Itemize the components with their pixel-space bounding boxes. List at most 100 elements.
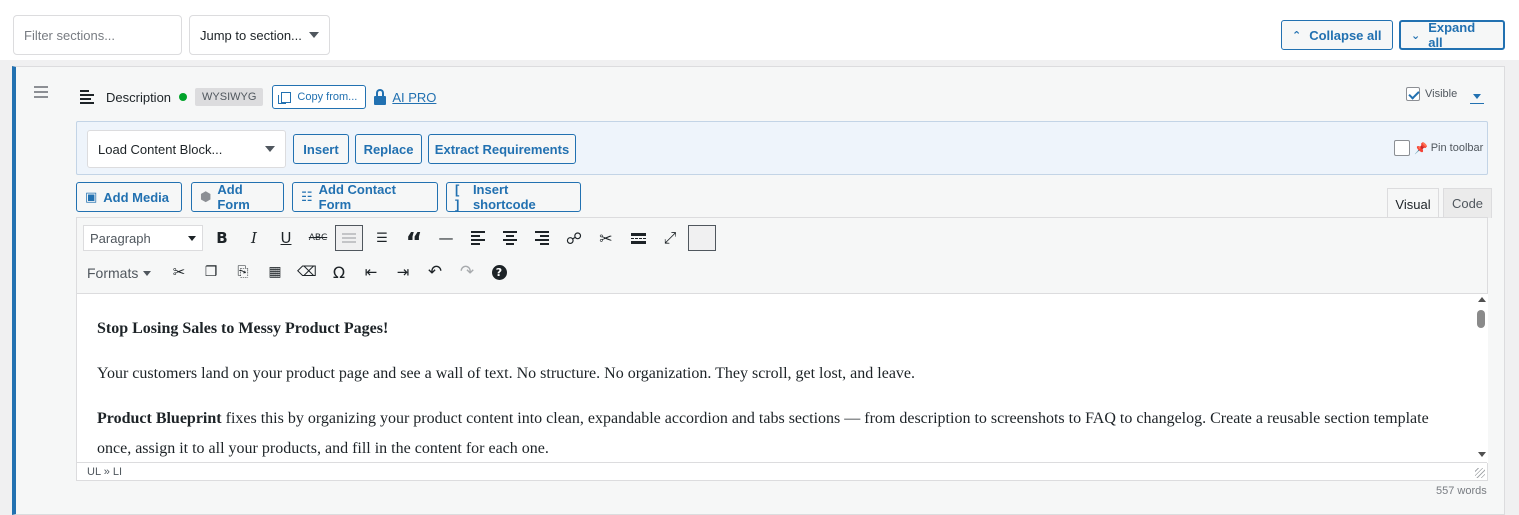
tab-visual[interactable]: Visual — [1387, 188, 1439, 219]
contact-form-icon: ☷ — [301, 189, 313, 204]
insert-shortcode-label: Insert shortcode — [472, 182, 536, 212]
insert-shortcode-button[interactable]: [ ] Insert shortcode — [446, 182, 581, 212]
add-media-label: Add Media — [103, 189, 170, 205]
content-block-bar: Load Content Block... Insert Replace Ext… — [76, 121, 1488, 175]
chevron-down-icon — [309, 32, 319, 38]
paragraph-format-select[interactable]: Paragraph — [83, 225, 203, 251]
load-content-block-label: Load Content Block... — [98, 141, 223, 157]
align-center-icon[interactable] — [496, 225, 524, 251]
expand-all-label: Expand all — [1428, 20, 1476, 50]
lock-icon — [374, 88, 387, 105]
scroll-down-arrow-icon[interactable] — [1478, 452, 1486, 457]
redo-icon[interactable]: ↷ — [453, 259, 481, 285]
formats-label: Formats — [87, 265, 139, 281]
collapse-all-button[interactable]: ⌃ Collapse all — [1281, 20, 1393, 50]
cut-icon[interactable]: ✂ — [165, 259, 193, 285]
toolbar-toggle-icon[interactable] — [688, 225, 716, 251]
section-title[interactable]: Description — [106, 90, 171, 105]
visible-checkbox[interactable] — [1406, 87, 1420, 101]
paste-as-text-icon[interactable]: ▦ — [261, 259, 289, 285]
chevron-down-icon — [143, 270, 152, 276]
pin-icon: 📌 — [1414, 142, 1428, 155]
word-count: 557 words — [1436, 485, 1487, 497]
horizontal-rule-icon[interactable]: — — [432, 225, 460, 251]
collapse-all-label: Collapse all — [1309, 27, 1382, 43]
content-bold-text: Product Blueprint — [97, 410, 222, 427]
element-path[interactable]: UL » LI — [87, 466, 122, 478]
tab-code[interactable]: Code — [1443, 188, 1492, 218]
editor-scrollbar[interactable] — [1475, 294, 1488, 463]
wysiwyg-editor: Paragraph B I U ABC ☰ “ — ☍ ✂ ⤢ Formats … — [76, 217, 1488, 481]
shortcode-icon: [ ] — [455, 182, 460, 212]
pin-toolbar-checkbox[interactable] — [1394, 140, 1410, 156]
underline-icon[interactable]: U — [272, 225, 300, 251]
read-more-icon[interactable] — [624, 225, 652, 251]
add-form-button[interactable]: ⬢ Add Form — [191, 182, 284, 212]
text-align-icon — [80, 90, 94, 104]
editor-statusbar: UL » LI — [77, 462, 1487, 480]
link-icon[interactable]: ☍ — [560, 225, 588, 251]
section-type-badge: WYSIWYG — [195, 88, 264, 106]
blockquote-icon[interactable]: “ — [400, 225, 428, 258]
chevron-down-icon — [188, 235, 196, 241]
content-paragraph: Product Blueprint fixes this by organizi… — [97, 404, 1455, 463]
visible-label: Visible — [1425, 88, 1458, 100]
pin-toolbar-label: Pin toolbar — [1430, 142, 1484, 154]
add-media-button[interactable]: ▣ Add Media — [76, 182, 182, 212]
replace-button[interactable]: Replace — [355, 134, 422, 164]
status-dot — [179, 93, 188, 101]
formats-menu[interactable]: Formats — [87, 261, 152, 285]
copy-icon — [278, 91, 292, 104]
bold-icon[interactable]: B — [208, 225, 236, 251]
drag-handle-icon[interactable] — [34, 86, 48, 101]
load-content-block-select[interactable]: Load Content Block... — [87, 130, 286, 168]
unlink-icon[interactable]: ✂ — [592, 225, 620, 251]
jump-to-section-label: Jump to section... — [200, 27, 302, 43]
clear-formatting-icon[interactable]: ⌫ — [293, 259, 321, 285]
bullet-list-icon[interactable] — [335, 225, 363, 251]
editor-content[interactable]: Stop Losing Sales to Messy Product Pages… — [77, 294, 1475, 463]
copy-from-label: Copy from... — [297, 91, 358, 103]
section-card-description: Description WYSIWYG Copy from... AI PRO … — [12, 66, 1505, 515]
undo-icon[interactable]: ↶ — [421, 259, 449, 285]
chevron-down-icon — [265, 146, 275, 152]
scrollbar-thumb[interactable] — [1477, 310, 1485, 328]
indent-icon[interactable]: ⇥ — [389, 259, 417, 285]
add-contact-form-label: Add Contact Form — [318, 182, 396, 212]
content-paragraph: Your customers land on your product page… — [97, 365, 916, 382]
resize-handle-icon[interactable] — [1475, 468, 1485, 478]
visibility-dropdown-icon[interactable] — [1470, 94, 1484, 104]
strikethrough-icon[interactable]: ABC — [304, 225, 332, 251]
numbered-list-icon[interactable]: ☰ — [368, 225, 396, 251]
special-character-icon[interactable]: Ω — [325, 259, 353, 285]
scroll-up-arrow-icon[interactable] — [1478, 297, 1486, 302]
italic-icon[interactable]: I — [240, 225, 268, 251]
media-icon: ▣ — [85, 189, 98, 204]
copy-from-button[interactable]: Copy from... — [272, 85, 367, 109]
chevron-up-icon: ⌃ — [1292, 29, 1302, 42]
help-icon[interactable]: ? — [485, 259, 513, 285]
form-icon: ⬢ — [200, 189, 212, 204]
visible-toggle[interactable]: Visible — [1406, 87, 1457, 101]
ai-pro-label: AI PRO — [392, 89, 437, 105]
pin-toolbar-toggle[interactable]: 📌 Pin toolbar — [1394, 140, 1483, 156]
paste-icon[interactable]: ⎘ — [229, 259, 257, 285]
extract-requirements-button[interactable]: Extract Requirements — [428, 134, 576, 164]
align-left-icon[interactable] — [464, 225, 492, 251]
copy-icon[interactable]: ❐ — [197, 259, 225, 285]
expand-all-button[interactable]: ⌄ Expand all — [1399, 20, 1505, 50]
section-header: Description WYSIWYG Copy from... AI PRO — [80, 85, 436, 109]
sections-topbar: Jump to section... ⌃ Collapse all ⌄ Expa… — [0, 0, 1519, 60]
insert-button[interactable]: Insert — [293, 134, 349, 164]
add-form-label: Add Form — [217, 182, 250, 212]
editor-toolbar: Paragraph B I U ABC ☰ “ — ☍ ✂ ⤢ Formats … — [77, 218, 1487, 294]
add-contact-form-button[interactable]: ☷ Add Contact Form — [292, 182, 438, 212]
chevron-down-icon: ⌄ — [1411, 29, 1421, 42]
filter-sections-input[interactable] — [13, 15, 182, 55]
ai-pro-link[interactable]: AI PRO — [374, 88, 437, 105]
align-right-icon[interactable] — [528, 225, 556, 251]
jump-to-section-select[interactable]: Jump to section... — [189, 15, 330, 55]
content-text: fixes this by organizing your product co… — [97, 410, 1429, 457]
fullscreen-icon[interactable]: ⤢ — [656, 225, 684, 251]
outdent-icon[interactable]: ⇤ — [357, 259, 385, 285]
